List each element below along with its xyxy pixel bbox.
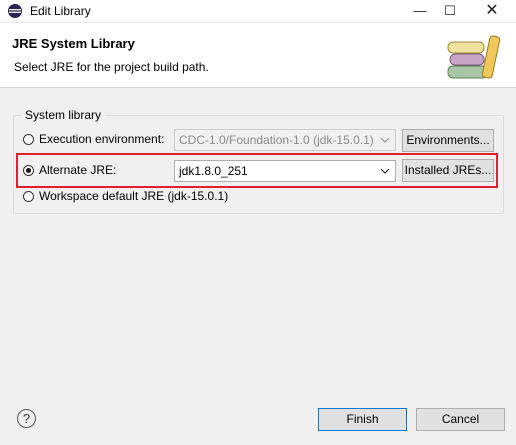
chevron-down-icon [380,168,390,174]
alternate-jre-value: jdk1.8.0_251 [179,164,248,178]
environments-button[interactable]: Environments... [402,129,494,152]
alternate-jre-label: Alternate JRE: [39,163,117,177]
chevron-down-icon [380,137,390,143]
execution-environment-select[interactable]: CDC-1.0/Foundation-1.0 (jdk-15.0.1) [174,129,396,151]
close-icon[interactable]: ✕ [472,0,512,22]
workspace-default-radio[interactable] [23,191,34,202]
finish-button[interactable]: Finish [318,408,407,431]
workspace-default-label: Workspace default JRE (jdk-15.0.1) [39,189,229,203]
dialog-header: JRE System Library Select JRE for the pr… [0,23,516,88]
installed-jres-button[interactable]: Installed JREs... [402,159,494,182]
execution-environment-label: Execution environment: [39,132,165,146]
group-label: System library [21,108,106,122]
alternate-jre-radio[interactable] [23,165,34,176]
window-title: Edit Library [30,4,91,18]
page-description: Select JRE for the project build path. [14,60,209,74]
help-icon[interactable]: ? [17,409,36,428]
cancel-button[interactable]: Cancel [416,408,505,431]
title-bar: Edit Library — ☐ ✕ [0,0,516,23]
eclipse-icon [8,4,22,18]
maximize-icon[interactable]: ☐ [430,0,470,22]
library-books-icon [447,35,500,79]
execution-environment-value: CDC-1.0/Foundation-1.0 (jdk-15.0.1) [179,133,374,147]
page-title: JRE System Library [12,36,135,51]
execution-environment-radio[interactable] [23,134,34,145]
alternate-jre-select[interactable]: jdk1.8.0_251 [174,160,396,182]
